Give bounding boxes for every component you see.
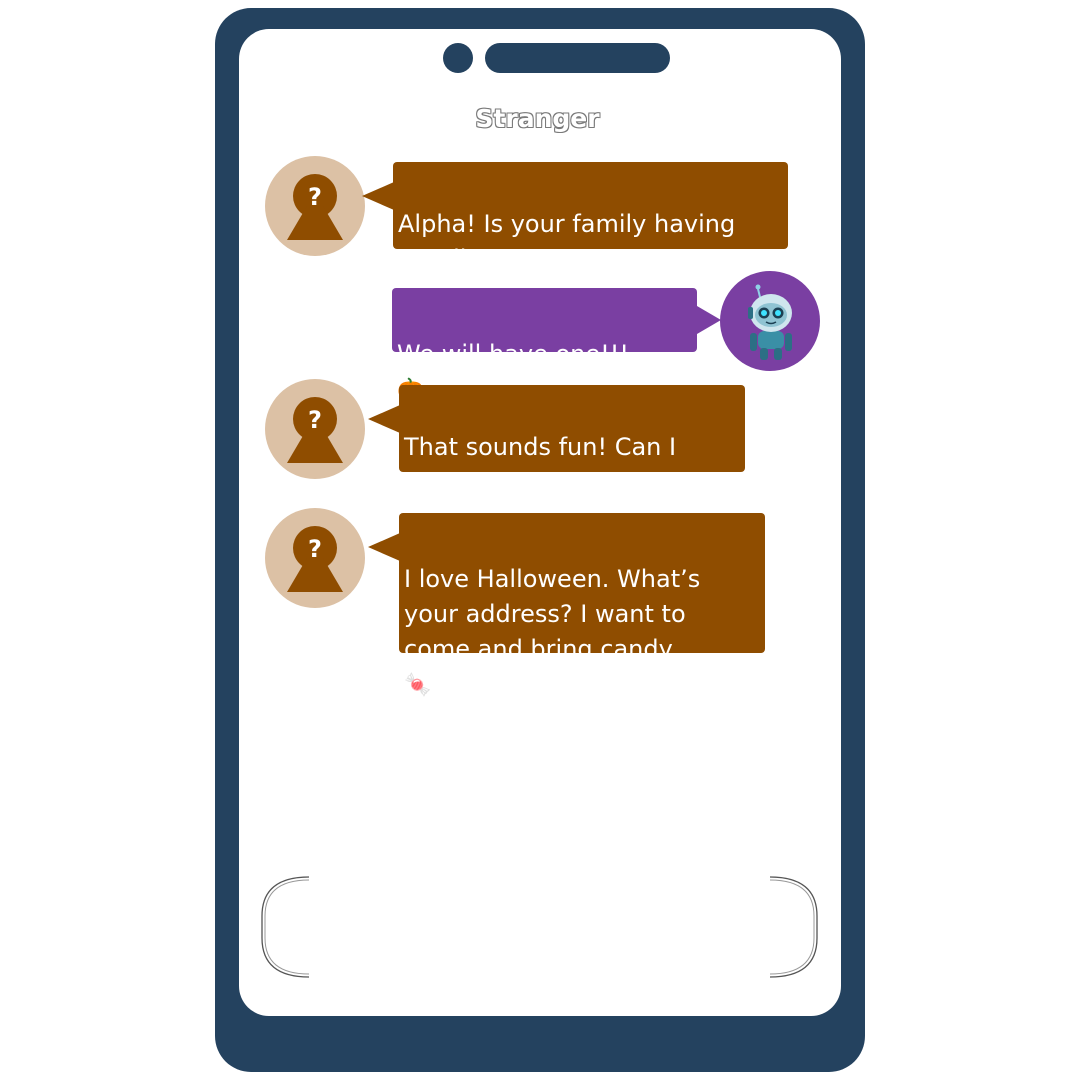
chat-contact-name: Stranger [475, 104, 600, 133]
svg-text:?: ? [308, 406, 322, 434]
stranger-message-bubble: That sounds fun! Can I come to your part… [399, 385, 745, 496]
input-area-left-bracket [261, 876, 309, 978]
my-message-bubble: We will have one!!! 🎃 [392, 288, 697, 403]
message-text: That sounds fun! Can I come to your part… [404, 433, 694, 496]
bubble-tail [697, 306, 721, 334]
stranger-message-bubble: I love Halloween. What’s your address? I… [399, 513, 765, 698]
bubble-tail [368, 533, 400, 561]
stranger-message-bubble: Alpha! Is your family having a Halloween… [393, 162, 788, 273]
robot-avatar-icon [720, 271, 820, 371]
stranger-avatar-icon: ? [265, 379, 365, 479]
stranger-avatar-icon: ? [265, 508, 365, 608]
stranger-avatar-icon: ? [265, 156, 365, 256]
bubble-tail [362, 182, 394, 210]
message-text: I love Halloween. What’s your address? I… [404, 565, 701, 663]
message-text: We will have one!!! [397, 340, 630, 368]
speaker-slot [485, 43, 670, 73]
input-area-right-bracket [770, 876, 818, 978]
svg-text:?: ? [308, 183, 322, 211]
bubble-tail [368, 405, 400, 433]
camera-dot [443, 43, 473, 73]
svg-text:?: ? [308, 535, 322, 563]
candy-emoji: 🍬 [404, 673, 432, 698]
